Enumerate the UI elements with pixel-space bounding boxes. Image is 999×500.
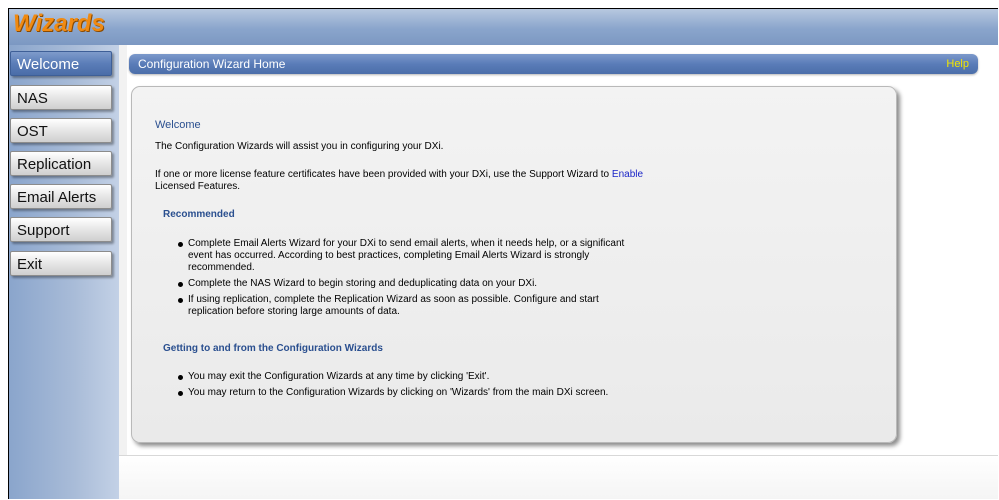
bullet-icon bbox=[178, 282, 183, 287]
panel-title-bar: Configuration Wizard Home Help bbox=[129, 54, 978, 74]
navigation-item-2: You may return to the Configuration Wiza… bbox=[188, 387, 609, 398]
intro-text: The Configuration Wizards will assist yo… bbox=[155, 141, 444, 152]
license-paragraph: If one or more license feature certifica… bbox=[155, 169, 643, 181]
welcome-heading: Welcome bbox=[155, 119, 201, 131]
bullet-icon bbox=[178, 242, 183, 247]
bullet-icon bbox=[178, 391, 183, 396]
recommended-item-1-line-3: recommended. bbox=[188, 262, 255, 273]
welcome-card: Welcome The Configuration Wizards will a… bbox=[131, 86, 897, 443]
nav-exit[interactable]: Exit bbox=[10, 251, 112, 276]
top-banner: Wizards bbox=[9, 9, 998, 45]
recommended-item-1-line-2: event has occurred. According to best pr… bbox=[188, 250, 590, 261]
nav-welcome[interactable]: Welcome bbox=[10, 51, 112, 76]
enable-licensed-features-link-continued[interactable]: Licensed Features. bbox=[155, 181, 240, 193]
nav-nas[interactable]: NAS bbox=[10, 85, 112, 110]
nav-email-alerts[interactable]: Email Alerts bbox=[10, 184, 112, 209]
wizards-logo: Wizards bbox=[13, 10, 105, 37]
enable-licensed-features-link[interactable]: Enable bbox=[612, 169, 643, 180]
bullet-icon bbox=[178, 298, 183, 303]
nav-replication[interactable]: Replication bbox=[10, 151, 112, 176]
navigation-heading: Getting to and from the Configuration Wi… bbox=[163, 343, 383, 354]
navigation-item-1: You may exit the Configuration Wizards a… bbox=[188, 371, 490, 382]
help-link[interactable]: Help bbox=[946, 54, 969, 74]
footer-area bbox=[119, 455, 998, 499]
recommended-item-2: Complete the NAS Wizard to begin storing… bbox=[188, 278, 538, 289]
nav-ost[interactable]: OST bbox=[10, 118, 112, 143]
recommended-heading: Recommended bbox=[163, 209, 235, 220]
recommended-item-1-line-1: Complete Email Alerts Wizard for your DX… bbox=[188, 238, 625, 249]
sidebar: Welcome NAS OST Replication Email Alerts… bbox=[9, 45, 119, 499]
recommended-item-3-line-2: replication before storing large amounts… bbox=[188, 306, 400, 317]
panel-title: Configuration Wizard Home bbox=[138, 57, 286, 71]
bullet-icon bbox=[178, 375, 183, 380]
nav-support[interactable]: Support bbox=[10, 217, 112, 242]
recommended-item-3-line-1: If using replication, complete the Repli… bbox=[188, 294, 599, 305]
license-text: If one or more license feature certifica… bbox=[155, 169, 610, 180]
app-frame: Wizards Welcome NAS OST Replication Emai… bbox=[8, 8, 998, 499]
